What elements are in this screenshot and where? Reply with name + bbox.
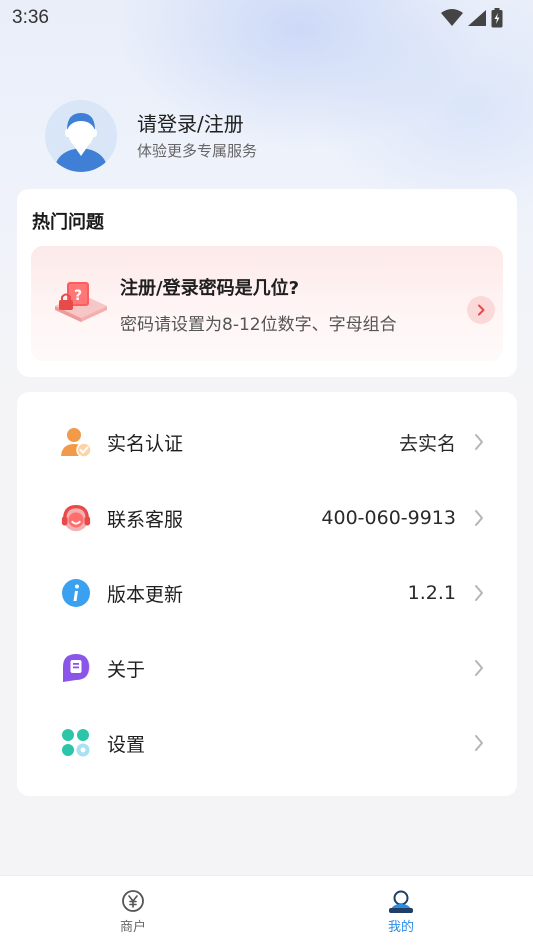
login-title[interactable]: 请登录/注册 (137, 111, 257, 137)
menu-item-version-update[interactable]: 版本更新 1.2.1 (17, 556, 517, 630)
info-icon (60, 577, 92, 609)
chevron-right-icon (478, 304, 485, 316)
menu-card: 实名认证 去实名 联系客服 400-060-9913 版本更新 1.2.1 关于… (17, 392, 517, 796)
user-avatar-icon (45, 100, 117, 172)
customer-service-icon (60, 502, 92, 534)
menu-value: 1.2.1 (407, 582, 456, 604)
status-bar: 3:36 (0, 0, 533, 36)
menu-value: 400-060-9913 (321, 507, 456, 529)
login-profile[interactable]: 请登录/注册 体验更多专属服务 (45, 100, 257, 172)
hot-questions-heading: 热门问题 (32, 212, 104, 233)
bottom-tab-bar: 商户 我的 (0, 875, 533, 948)
password-question-icon: ? (55, 282, 107, 322)
mine-user-icon (389, 890, 413, 913)
status-icons (441, 8, 503, 28)
svg-text:?: ? (74, 288, 82, 304)
tab-label: 我的 (387, 920, 414, 935)
tab-mine[interactable]: 我的 (371, 890, 431, 935)
tab-merchant[interactable]: 商户 (103, 890, 163, 935)
avatar[interactable] (45, 100, 117, 172)
menu-label: 联系客服 (107, 508, 184, 531)
menu-label: 实名认证 (107, 432, 184, 455)
status-time: 3:36 (12, 7, 49, 28)
merchant-yen-icon (122, 890, 144, 912)
battery-icon (491, 8, 503, 28)
login-subtitle: 体验更多专属服务 (137, 142, 258, 160)
menu-value: 去实名 (398, 432, 456, 455)
chevron-right-icon (475, 434, 483, 450)
user-verify-icon (60, 426, 92, 458)
menu-item-about[interactable]: 关于 (17, 631, 517, 705)
settings-icon (60, 727, 92, 759)
tab-label: 商户 (119, 920, 146, 935)
signal-icon (468, 10, 486, 26)
faq-answer: 密码请设置为8-12位数字、字母组合 (120, 315, 397, 335)
wifi-icon (441, 9, 463, 26)
faq-question: 注册/登录密码是几位? (120, 278, 300, 299)
chevron-right-icon (475, 585, 483, 601)
menu-label: 设置 (107, 733, 146, 756)
chevron-right-icon (475, 510, 483, 526)
menu-item-customer-service[interactable]: 联系客服 400-060-9913 (17, 481, 517, 555)
hot-questions-card: 热门问题 ? 注册/登录密码是几位? 密码请设置为8-12位数字、字母组合 (17, 189, 517, 377)
menu-item-settings[interactable]: 设置 (17, 706, 517, 780)
about-chat-icon (60, 652, 92, 684)
faq-item[interactable]: ? 注册/登录密码是几位? 密码请设置为8-12位数字、字母组合 (31, 246, 503, 361)
faq-arrow-button[interactable] (467, 296, 495, 324)
menu-label: 关于 (107, 658, 146, 681)
menu-label: 版本更新 (107, 583, 184, 606)
chevron-right-icon (475, 660, 483, 676)
menu-item-real-name[interactable]: 实名认证 去实名 (17, 405, 517, 479)
chevron-right-icon (475, 735, 483, 751)
